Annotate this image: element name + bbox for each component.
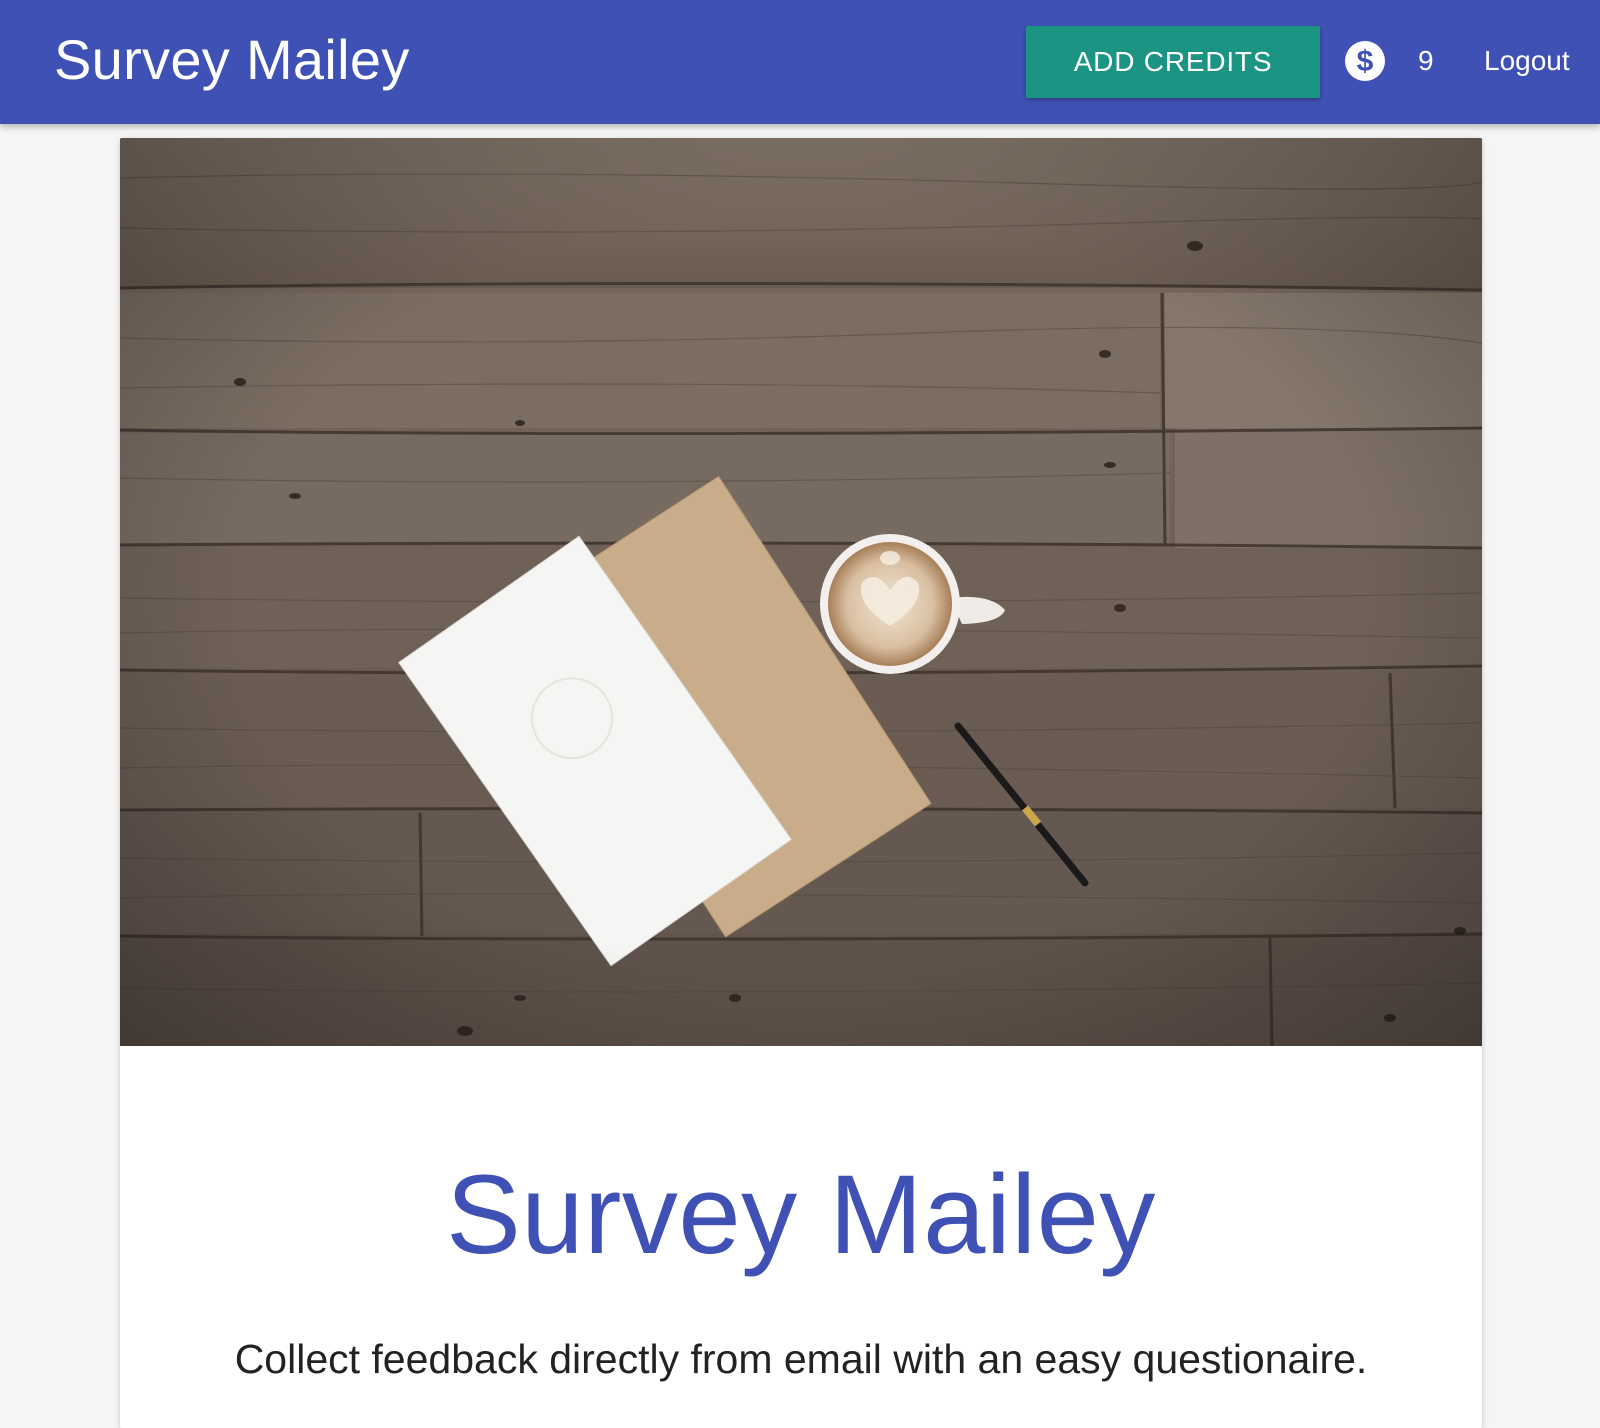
hero-subtitle: Collect feedback directly from email wit… xyxy=(234,1336,1368,1382)
hero-image xyxy=(120,138,1482,1046)
credits-count: 9 xyxy=(1418,45,1434,76)
landing-card: Survey Mailey Collect feedback directly … xyxy=(120,138,1482,1428)
hero-title: Survey Mailey xyxy=(446,1152,1156,1277)
dollar-circle-icon: $ xyxy=(1345,41,1385,81)
logout-link[interactable]: Logout xyxy=(1484,42,1570,80)
top-navbar: Survey Mailey ADD CREDITS $ 9 Logout xyxy=(0,0,1600,124)
brand-logo-link[interactable]: Survey Mailey xyxy=(54,26,410,94)
add-credits-button[interactable]: ADD CREDITS xyxy=(1026,26,1320,98)
svg-text:$: $ xyxy=(1357,45,1374,78)
